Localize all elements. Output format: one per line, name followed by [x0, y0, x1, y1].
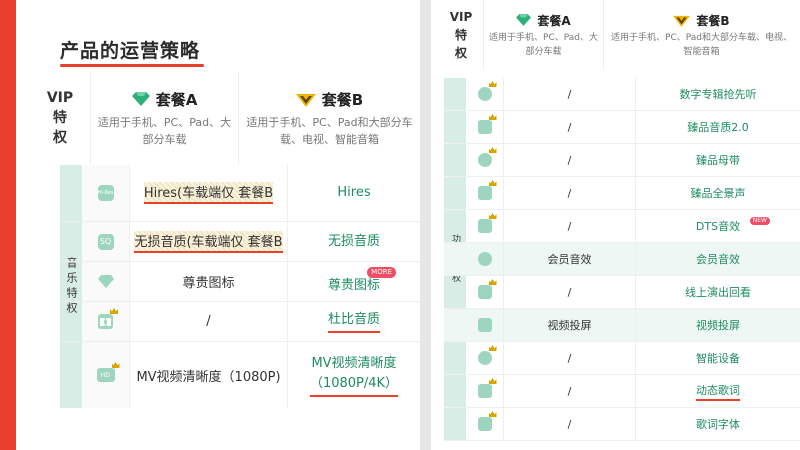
- green-diamond-icon: [516, 14, 532, 26]
- cell-b: MV视频清晰度: [311, 355, 397, 371]
- cell-a: /: [504, 111, 636, 143]
- title-underline: [60, 64, 204, 67]
- table-row: 会员音效 会员音效: [444, 243, 800, 276]
- hires-icon: Hi-Res: [97, 185, 114, 201]
- gold-v-icon: [295, 93, 316, 107]
- cell-b: 臻品全景声: [690, 187, 746, 200]
- gold-v-icon: [673, 15, 691, 27]
- left-slide: 产品的运营策略 VIP 特 权 套餐A 适用于手机、PC、Pad、大部分车载 套…: [16, 0, 420, 450]
- cell-b: DTS音效: [695, 220, 741, 233]
- cell-b-line2: （1080P/4K）: [309, 374, 399, 397]
- cell-a: 视频投屏: [504, 309, 636, 341]
- vip-header: VIP 特 权: [439, 0, 483, 70]
- plan-b-name: 套餐B: [321, 90, 364, 109]
- table-row: / 智能设备: [444, 342, 800, 375]
- crown-icon: [111, 362, 120, 368]
- table-row: / 动态歌词: [444, 375, 800, 408]
- member-sound-icon: [477, 252, 492, 266]
- table-row: HD MV视频清晰度（1080P) MV视频清晰度 （1080P/4K）: [60, 342, 420, 408]
- surround-icon: [477, 180, 497, 200]
- sq-icon: SQ: [97, 233, 114, 250]
- slide-title: 产品的运营策略: [60, 40, 201, 62]
- cell-a: /: [504, 276, 636, 308]
- plan-b-header: 套餐B 适用于手机、PC、Pad和大部分车载、电视、智能音箱: [238, 72, 420, 164]
- table-row: 尊贵图标 MORE 尊贵图标: [60, 262, 420, 302]
- green-diamond-icon: [131, 92, 150, 106]
- cell-a: 尊贵图标: [182, 276, 235, 291]
- table-row: / 线上演出回看: [444, 276, 800, 309]
- cell-b: 无损音质: [327, 233, 380, 249]
- cell-b: 数字专辑抢先听: [679, 88, 757, 101]
- vip-label-1: VIP: [449, 10, 473, 24]
- vip-label-3: 权: [454, 46, 467, 60]
- vip-label-2: 特: [53, 110, 67, 126]
- plan-a-name: 套餐A: [155, 90, 198, 109]
- plan-a-header: 套餐A 适用于手机、PC、Pad、大部分车载: [90, 72, 238, 164]
- table-row: / 臻品全景声: [444, 177, 800, 210]
- mv-hd-icon: HD: [96, 362, 120, 382]
- cell-b: 智能设备: [696, 352, 740, 365]
- cell-a: /: [504, 78, 636, 110]
- cell-b: 线上演出回看: [685, 286, 751, 299]
- vip-header: VIP 特 权: [30, 72, 90, 164]
- table-row: 视频投屏 视频投屏: [444, 309, 800, 342]
- cell-a: /: [504, 177, 636, 209]
- cast-icon: [477, 318, 492, 332]
- cell-b: 歌词字体: [696, 418, 740, 431]
- cell-a: /: [206, 314, 211, 329]
- cell-b: 杜比音质: [327, 310, 380, 333]
- table-row: Hi-Res Hires(车载端仅 套餐B Hires: [60, 165, 420, 222]
- vip-label-1: VIP: [46, 90, 74, 106]
- cell-b: 臻品母带: [696, 154, 740, 167]
- crown-icon: [110, 308, 118, 314]
- table-row: SQ 无损音质(车载端仅 套餐B 无损音质: [60, 222, 420, 262]
- cell-a: /: [504, 375, 636, 407]
- dts-icon: [477, 213, 497, 233]
- plan-b-desc: 适用于手机、PC、Pad和大部分车载、电视、智能音箱: [611, 32, 792, 57]
- vip-label-3: 权: [53, 130, 67, 146]
- diamond-icon: [97, 275, 114, 288]
- table-row: / 数字专辑抢先听: [444, 78, 800, 111]
- cell-a: /: [504, 144, 636, 176]
- quality-icon: [477, 114, 497, 134]
- cell-a: 无损音质(车载端仅 套餐B: [134, 230, 283, 253]
- table-row: / DTS音效 NEW: [444, 210, 800, 243]
- cell-b: 视频投屏: [696, 319, 740, 332]
- lyrics-icon: [477, 378, 497, 398]
- accent-bar: [0, 0, 16, 450]
- cell-b: 臻品音质2.0: [687, 121, 749, 134]
- cell-b: 动态歌词: [696, 382, 740, 401]
- plan-a-desc: 适用于手机、PC、Pad、大部分车载: [97, 115, 232, 146]
- cell-a: /: [504, 342, 636, 374]
- table-row: / 臻品母带: [444, 144, 800, 177]
- vip-label-2: 特: [454, 28, 467, 42]
- right-slide: VIP 特 权 套餐A 适用于手机、PC、Pad、大部分车载 套餐B 适用于手机…: [431, 0, 800, 450]
- plan-a-desc: 适用于手机、PC、Pad、大部分车载: [489, 32, 598, 57]
- cell-a: 会员音效: [504, 243, 636, 275]
- disc-icon: [477, 147, 497, 167]
- cell-a: Hires(车载端仅 套餐B: [143, 182, 274, 204]
- plan-b-name: 套餐B: [696, 13, 730, 28]
- cell-b: Hires: [337, 185, 371, 200]
- plan-a-name: 套餐A: [537, 13, 571, 28]
- cell-a: MV视频清晰度（1080P): [136, 369, 281, 385]
- cell-a: /: [504, 408, 636, 440]
- cell-a: /: [504, 210, 636, 242]
- table-row: / 臻品音质2.0: [444, 111, 800, 144]
- font-icon: [477, 411, 497, 431]
- replay-icon: [477, 279, 497, 299]
- smart-device-icon: [477, 345, 497, 365]
- plan-b-header: 套餐B 适用于手机、PC、Pad和大部分车载、电视、智能音箱: [603, 0, 799, 70]
- headphone-icon: [477, 81, 497, 101]
- new-badge: NEW: [749, 217, 770, 225]
- cell-b: 尊贵图标: [327, 278, 380, 293]
- dolby-icon: [98, 308, 118, 329]
- table-row: / 歌词字体: [444, 408, 800, 441]
- plan-b-desc: 适用于手机、PC、Pad和大部分车载、电视、智能音箱: [246, 115, 413, 146]
- table-row: / 杜比音质: [60, 302, 420, 342]
- plan-a-header: 套餐A 适用于手机、PC、Pad、大部分车载: [483, 0, 603, 70]
- cell-b: 会员音效: [696, 253, 740, 266]
